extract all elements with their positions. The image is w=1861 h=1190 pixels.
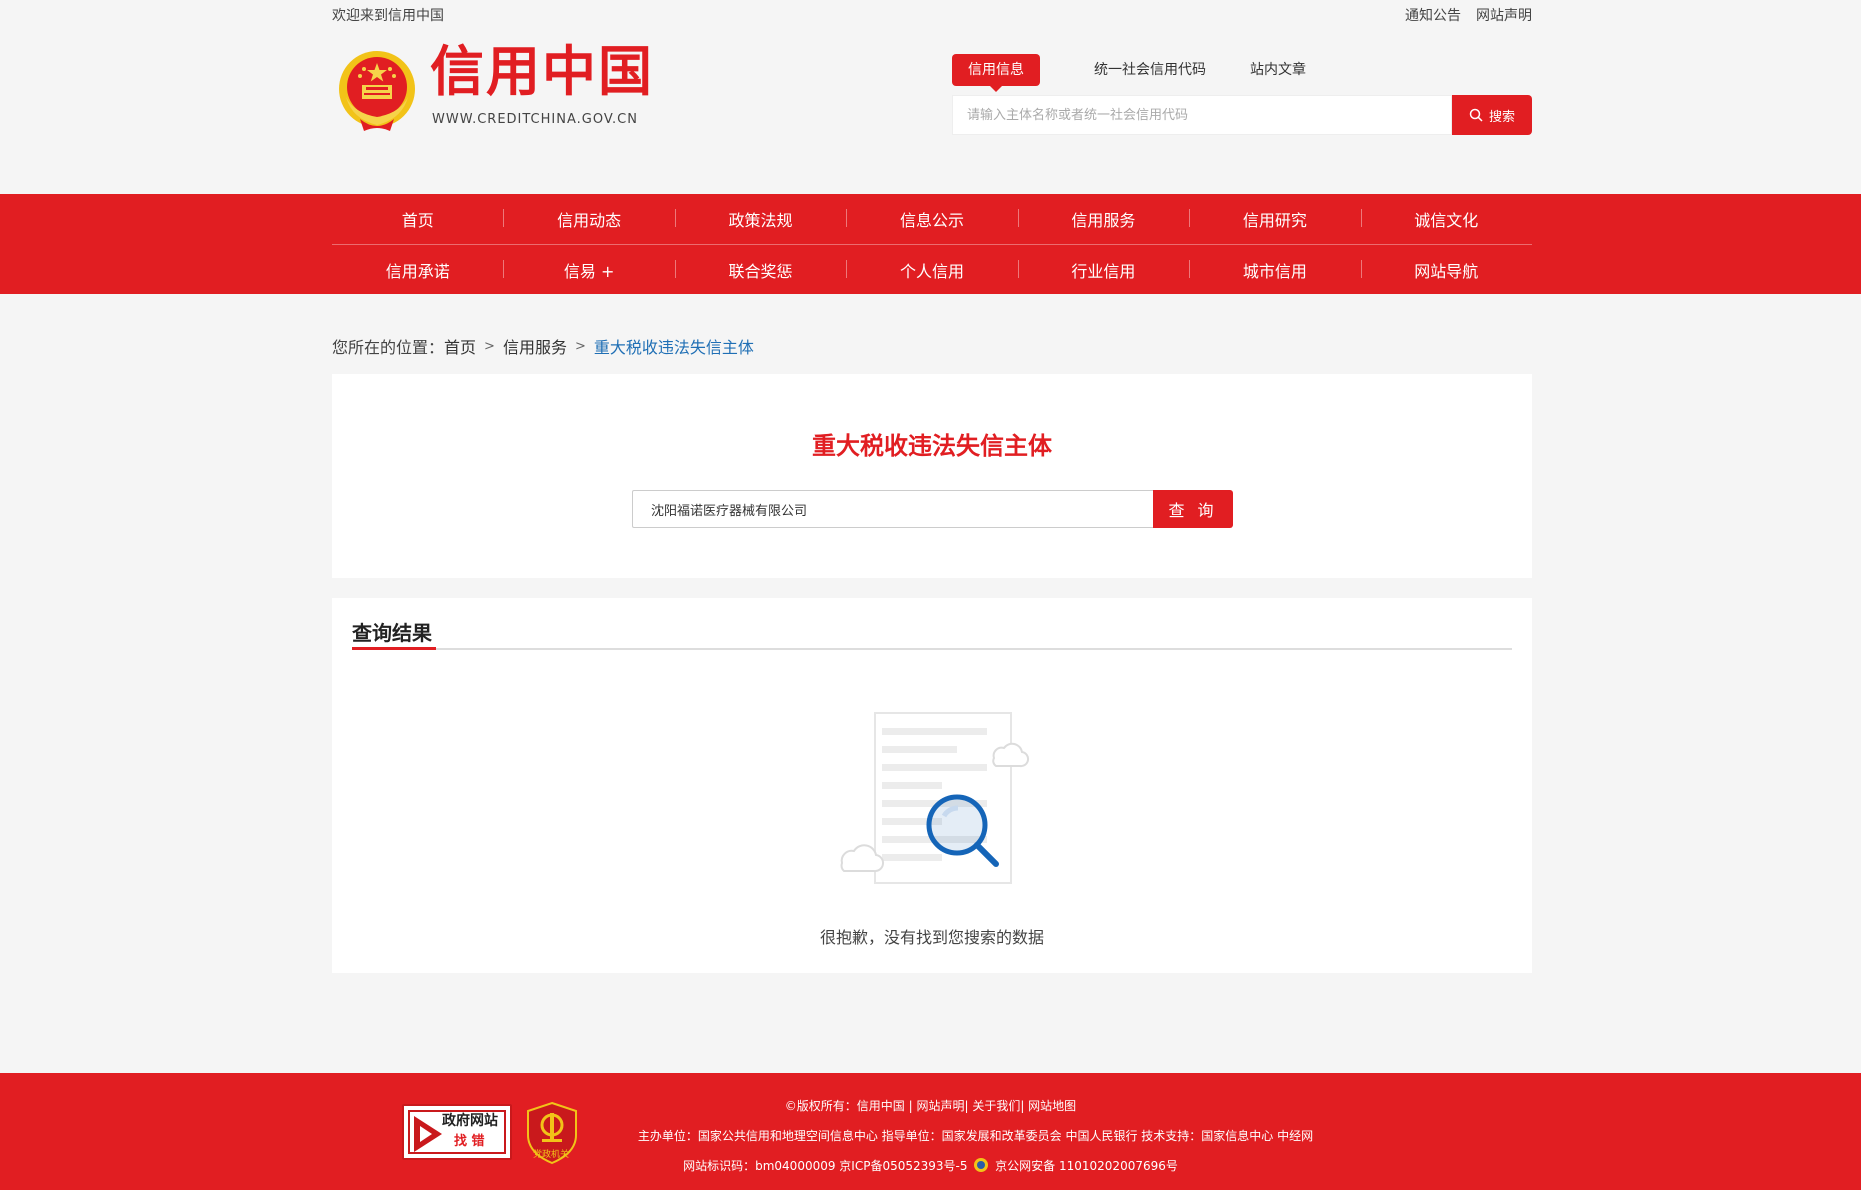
header: 信用中国 WWW.CREDITCHINA.GOV.CN 信用信息 统一社会信用代…	[332, 30, 1532, 194]
tab-credit-info[interactable]: 信用信息	[952, 54, 1040, 92]
breadcrumb: 您所在的位置： 首页 > 信用服务 > 重大税收违法失信主体	[332, 334, 754, 358]
footer-copyright: ©版权所有：信用中国 | 网站声明| 关于我们| 网站地图	[784, 1099, 1077, 1113]
nav-row-1: 首页 信用动态 政策法规 信息公示 信用服务 信用研究 诚信文化	[332, 194, 1532, 244]
company-search-input[interactable]	[632, 490, 1153, 528]
top-links: 通知公告 网站声明	[1405, 5, 1532, 25]
empty-message: 很抱歉，没有找到您搜索的数据	[819, 928, 1044, 947]
results-card: 查询结果 很抱歉，没有找到您搜索的数据	[332, 598, 1532, 973]
no-data-illustration-icon	[840, 712, 1030, 884]
nav-item-credit-news[interactable]: 信用动态	[503, 207, 674, 231]
nav-item-credit-promise[interactable]: 信用承诺	[332, 258, 503, 282]
footer-police-record[interactable]: 京公网安备 11010202007696号	[995, 1159, 1178, 1173]
query-title: 重大税收违法失信主体	[812, 432, 1052, 460]
nav-item-policy[interactable]: 政策法规	[674, 207, 846, 231]
nav-item-info-public[interactable]: 信息公示	[846, 207, 1017, 231]
footer-sponsors: 主办单位：国家公共信用和地理空间信息中心 指导单位：国家发展和改革委员会 中国人…	[637, 1129, 1314, 1143]
nav-item-city-credit[interactable]: 城市信用	[1189, 258, 1360, 282]
breadcrumb-sep: >	[574, 338, 586, 354]
nav-item-home[interactable]: 首页	[332, 207, 503, 231]
results-heading-underline	[352, 647, 436, 650]
nav-row-2: 信用承诺 信易 + 联合奖惩 个人信用 行业信用 城市信用 网站导航	[332, 244, 1532, 294]
breadcrumb-home[interactable]: 首页	[444, 334, 476, 358]
nav-item-industry-credit[interactable]: 行业信用	[1017, 258, 1189, 282]
header-search-input[interactable]	[952, 95, 1452, 135]
footer-registration: 网站标识码：bm04000009 京ICP备05052393号-5 京公网安备 …	[0, 1157, 1861, 1174]
breadcrumb-sep: >	[484, 338, 495, 354]
query-form: 查 询	[632, 490, 1233, 528]
nav-item-personal-credit[interactable]: 个人信用	[846, 258, 1017, 282]
nav-item-site-nav[interactable]: 网站导航	[1360, 258, 1532, 282]
results-header: 查询结果	[352, 620, 1512, 650]
breadcrumb-prefix: 您所在的位置：	[332, 338, 445, 357]
notice-link[interactable]: 通知公告	[1405, 5, 1461, 25]
nav-item-credit-service[interactable]: 信用服务	[1017, 207, 1189, 231]
breadcrumb-current: 重大税收违法失信主体	[593, 338, 754, 357]
nav-item-joint-reward[interactable]: 联合奖惩	[674, 258, 846, 282]
nav-item-xinyi-plus[interactable]: 信易 +	[503, 258, 674, 282]
main-nav: 首页 信用动态 政策法规 信息公示 信用服务 信用研究 诚信文化 信用承诺 信易…	[0, 194, 1861, 294]
statement-link[interactable]: 网站声明	[1476, 5, 1532, 25]
welcome-text: 欢迎来到信用中国	[332, 8, 444, 24]
header-search-button[interactable]: 搜索	[1452, 95, 1532, 135]
header-search-label: 搜索	[1488, 109, 1515, 125]
query-card: 重大税收违法失信主体 查 询	[332, 374, 1532, 578]
site-title[interactable]: 信用中国	[430, 45, 654, 99]
national-emblem-icon[interactable]	[338, 49, 416, 133]
search-icon	[1469, 108, 1483, 122]
site-url: WWW.CREDITCHINA.GOV.CN	[432, 112, 638, 127]
header-search: 搜索	[952, 95, 1532, 135]
nav-item-integrity-culture[interactable]: 诚信文化	[1360, 207, 1532, 231]
results-heading: 查询结果	[352, 621, 432, 645]
nav-item-credit-research[interactable]: 信用研究	[1189, 207, 1360, 231]
top-bar: 欢迎来到信用中国 通知公告 网站声明	[332, 0, 1532, 30]
breadcrumb-credit-service[interactable]: 信用服务	[503, 334, 567, 358]
footer-icp[interactable]: 网站标识码：bm04000009 京ICP备05052393号-5	[683, 1159, 967, 1173]
query-button[interactable]: 查 询	[1153, 490, 1233, 528]
footer: 政府网站 找 错 党政机关 ©版权所有：信用中国 | 网站声明| 关于我们| 网…	[0, 1073, 1861, 1190]
police-badge-icon	[974, 1158, 989, 1172]
tab-site-articles[interactable]: 站内文章	[1228, 54, 1328, 86]
search-tabs: 信用信息 统一社会信用代码 站内文章	[952, 54, 1328, 92]
tab-credit-code[interactable]: 统一社会信用代码	[1072, 54, 1228, 86]
